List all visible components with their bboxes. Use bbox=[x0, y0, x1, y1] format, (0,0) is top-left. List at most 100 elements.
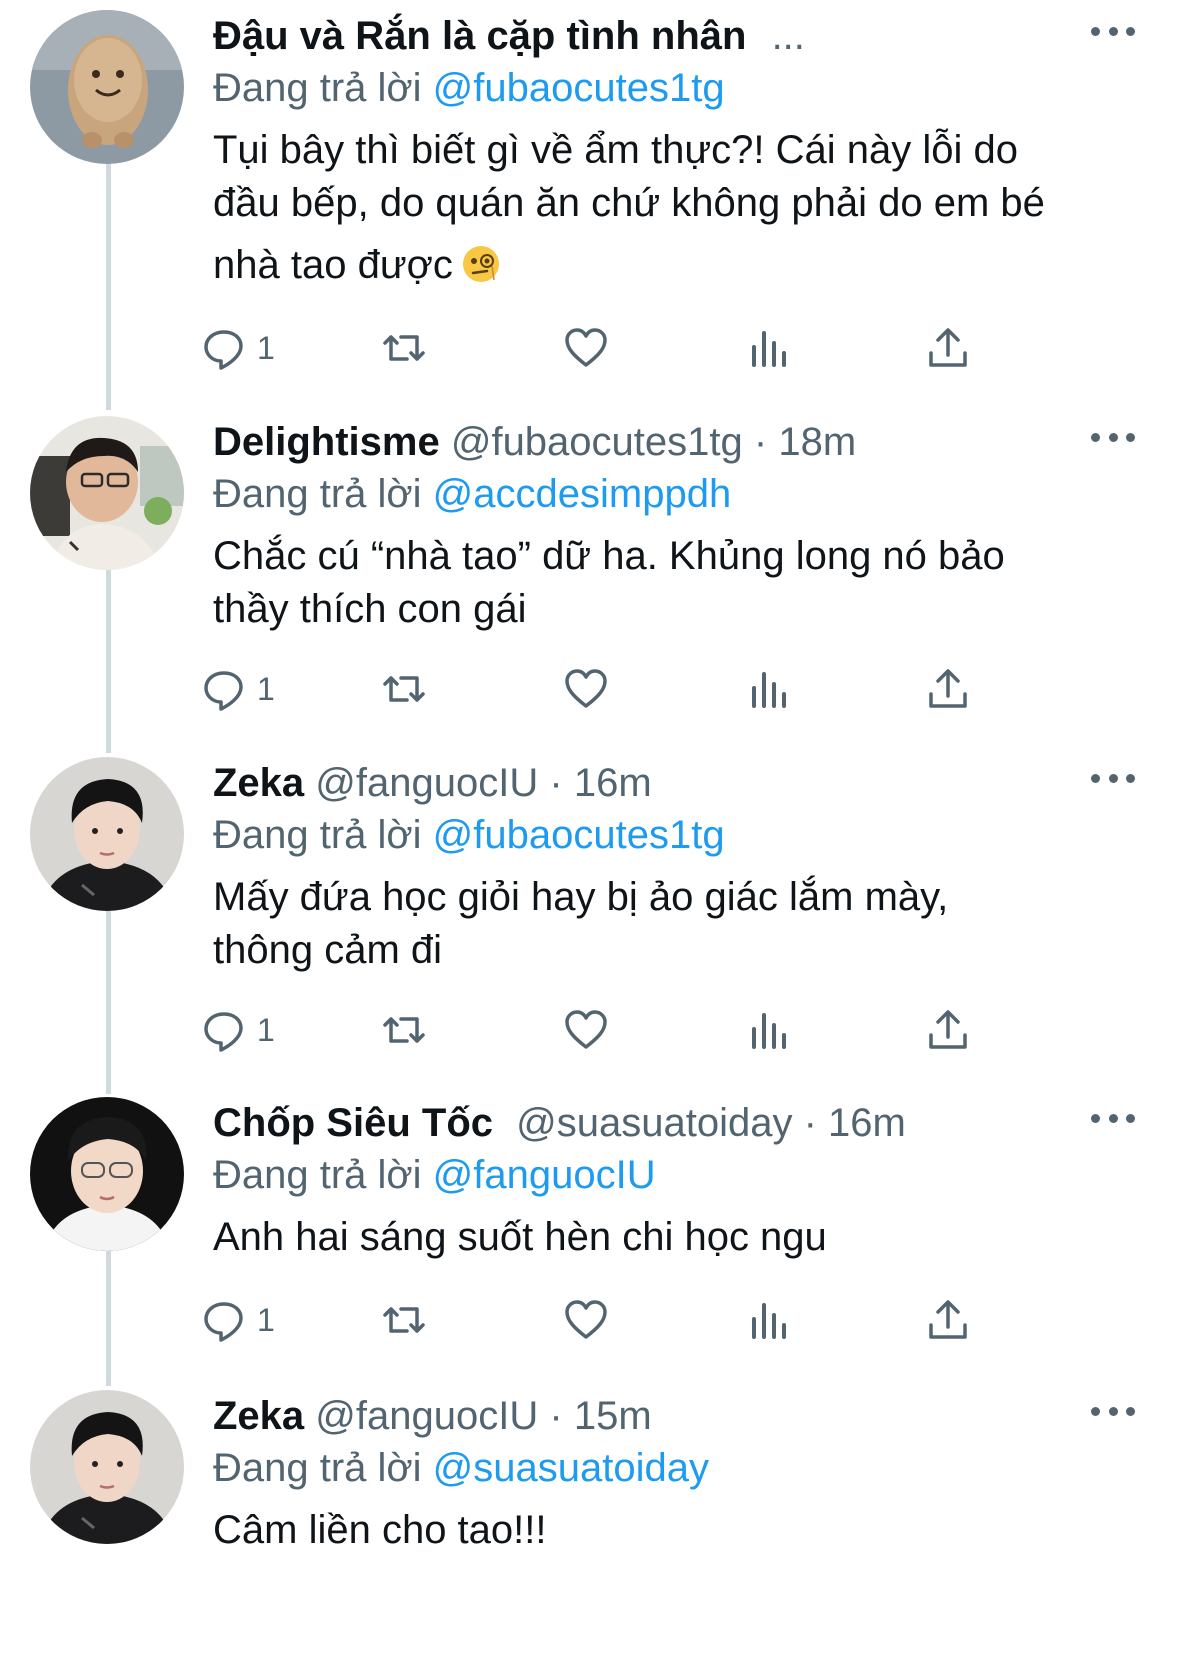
display-name[interactable]: Chốp Siêu Tốc bbox=[213, 1101, 493, 1145]
mention-link[interactable]: @accdesimppdh bbox=[433, 472, 732, 516]
timestamp[interactable]: 18m bbox=[778, 420, 856, 464]
tweet-header: Chốp Siêu Tốc @suasuatoiday · 16m bbox=[213, 1097, 906, 1149]
retweet-icon bbox=[383, 676, 425, 702]
views-button[interactable] bbox=[746, 318, 792, 378]
separator: · bbox=[753, 420, 768, 464]
thread-line bbox=[106, 906, 111, 1094]
tweet-text: Anh hai sáng suốt hèn chi học ngu bbox=[213, 1211, 1153, 1264]
face-with-monocle-icon bbox=[462, 246, 499, 282]
views-icon bbox=[752, 672, 786, 708]
mention-link[interactable]: @fanguocIU bbox=[433, 1153, 656, 1197]
share-button[interactable] bbox=[925, 659, 971, 719]
avatar[interactable] bbox=[30, 1390, 184, 1544]
reply-button[interactable]: 1 bbox=[201, 659, 275, 719]
tweet-text-line: thông cảm đi bbox=[213, 928, 443, 972]
mention-link[interactable]: @fubaocutes1tg bbox=[433, 813, 725, 857]
views-icon bbox=[752, 1013, 786, 1049]
reply-prefix: Đang trả lời bbox=[213, 472, 422, 516]
share-icon bbox=[929, 1300, 967, 1339]
views-icon bbox=[752, 331, 786, 367]
more-icon[interactable] bbox=[1091, 763, 1135, 793]
reply-prefix: Đang trả lời bbox=[213, 1446, 422, 1490]
tweet-text-line: Anh hai sáng suốt hèn chi học ngu bbox=[213, 1215, 827, 1259]
user-handle[interactable]: @fubaocutes1tg bbox=[451, 420, 743, 464]
action-bar: 1 bbox=[204, 1290, 1073, 1350]
like-icon bbox=[565, 1010, 607, 1049]
display-name[interactable]: Zeka bbox=[213, 1394, 304, 1438]
like-icon bbox=[565, 328, 607, 367]
display-name[interactable]: Đậu và Rắn là cặp tình nhân bbox=[213, 14, 746, 58]
user-handle[interactable]: @fanguocIU bbox=[315, 1394, 538, 1438]
more-icon[interactable] bbox=[1091, 16, 1135, 46]
tweet-text-line: Mấy đứa học giỏi hay bị ảo giác lắm mày, bbox=[213, 875, 949, 919]
thread-line bbox=[106, 160, 111, 410]
more-icon[interactable] bbox=[1091, 1396, 1135, 1426]
views-button[interactable] bbox=[746, 659, 792, 719]
tweet-header: Zeka @fanguocIU · 16m bbox=[213, 757, 652, 809]
timestamp[interactable]: 16m bbox=[828, 1101, 906, 1145]
share-icon bbox=[929, 328, 967, 367]
retweet-icon bbox=[383, 335, 425, 361]
more-icon[interactable] bbox=[1091, 422, 1135, 452]
mention-link[interactable]: @suasuatoiday bbox=[433, 1446, 709, 1490]
action-bar: 1 bbox=[204, 659, 1073, 719]
tweet-text: Câm liền cho tao!!! bbox=[213, 1504, 1153, 1557]
retweet-icon bbox=[383, 1307, 425, 1333]
reply-count: 1 bbox=[257, 1011, 275, 1048]
tweet-text-line: thầy thích con gái bbox=[213, 587, 527, 631]
retweet-button[interactable] bbox=[381, 659, 427, 719]
share-button[interactable] bbox=[925, 1000, 971, 1060]
tweet-text-line: Tụi bây thì biết gì về ẩm thực?! Cái này… bbox=[213, 128, 1018, 172]
views-button[interactable] bbox=[746, 1000, 792, 1060]
action-bar: 1 bbox=[204, 1000, 1073, 1060]
tweet-text: Mấy đứa học giỏi hay bị ảo giác lắm mày,… bbox=[213, 871, 1153, 977]
like-button[interactable] bbox=[563, 1000, 609, 1060]
tweet-text-line: nhà tao được bbox=[213, 243, 453, 287]
tweet-text: Chắc cú “nhà tao” dữ ha. Khủng long nó b… bbox=[213, 530, 1153, 636]
tweet-header: Zeka @fanguocIU · 15m bbox=[213, 1390, 652, 1442]
reply-button[interactable]: 1 bbox=[201, 1000, 275, 1060]
action-bar: 1 bbox=[204, 318, 1073, 378]
separator: · bbox=[549, 761, 563, 805]
tweet-header: Đậu và Rắn là cặp tình nhân ... bbox=[213, 10, 805, 62]
reply-context: Đang trả lời @accdesimppdh bbox=[213, 468, 731, 520]
reply-prefix: Đang trả lời bbox=[213, 813, 422, 857]
views-button[interactable] bbox=[746, 1290, 792, 1350]
avatar[interactable] bbox=[30, 10, 184, 164]
retweet-button[interactable] bbox=[381, 1000, 427, 1060]
thread-line bbox=[106, 1248, 111, 1386]
share-button[interactable] bbox=[925, 1290, 971, 1350]
more-icon[interactable] bbox=[1091, 1103, 1135, 1133]
truncation-ellipsis: ... bbox=[771, 14, 805, 58]
like-button[interactable] bbox=[563, 1290, 609, 1350]
like-button[interactable] bbox=[563, 318, 609, 378]
tweet-text-line: Chắc cú “nhà tao” dữ ha. Khủng long nó b… bbox=[213, 534, 1005, 578]
retweet-button[interactable] bbox=[381, 318, 427, 378]
like-button[interactable] bbox=[563, 659, 609, 719]
mention-link[interactable]: @fubaocutes1tg bbox=[433, 66, 725, 110]
timestamp[interactable]: 15m bbox=[574, 1394, 652, 1438]
avatar[interactable] bbox=[30, 1097, 184, 1251]
retweet-button[interactable] bbox=[381, 1290, 427, 1350]
reply-button[interactable]: 1 bbox=[201, 318, 275, 378]
reply-context: Đang trả lời @fubaocutes1tg bbox=[213, 809, 725, 861]
avatar[interactable] bbox=[30, 757, 184, 911]
timestamp[interactable]: 16m bbox=[574, 761, 652, 805]
reply-context: Đang trả lời @fanguocIU bbox=[213, 1149, 656, 1201]
display-name[interactable]: Zeka bbox=[213, 761, 304, 805]
views-icon bbox=[752, 1303, 786, 1339]
display-name[interactable]: Delightisme bbox=[213, 420, 440, 464]
like-icon bbox=[565, 669, 607, 708]
tweet-text: Tụi bây thì biết gì về ẩm thực?! Cái này… bbox=[213, 124, 1153, 300]
reply-count: 1 bbox=[257, 670, 275, 707]
thread-line bbox=[106, 565, 111, 753]
reply-button[interactable]: 1 bbox=[201, 1290, 275, 1350]
user-handle[interactable]: @suasuatoiday bbox=[516, 1101, 792, 1145]
share-button[interactable] bbox=[925, 318, 971, 378]
avatar[interactable] bbox=[30, 416, 184, 570]
separator: · bbox=[803, 1101, 817, 1145]
reply-count: 1 bbox=[257, 1301, 275, 1338]
reply-prefix: Đang trả lời bbox=[213, 1153, 422, 1197]
share-icon bbox=[929, 1010, 967, 1049]
user-handle[interactable]: @fanguocIU bbox=[315, 761, 538, 805]
